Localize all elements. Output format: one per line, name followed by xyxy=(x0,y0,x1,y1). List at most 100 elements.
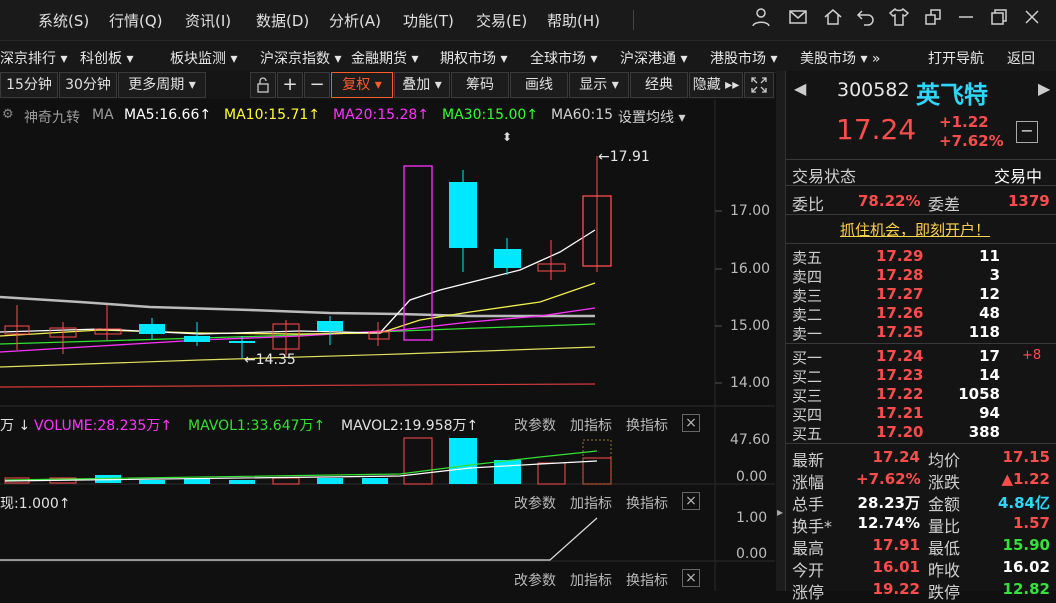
nav-options[interactable]: 期权市场 ▾ xyxy=(440,48,507,68)
fuquan-dropdown[interactable]: 复权 ▾ xyxy=(331,72,393,98)
add-indicator-link[interactable]: 加指标 xyxy=(570,415,612,435)
kline-chart-area[interactable]: ⬍ 17.00 16.00 15.00 14.00 ←17.91 ←14.35 … xyxy=(0,100,775,591)
buy-level-label: 买三 xyxy=(792,387,823,405)
lock-icon[interactable] xyxy=(250,72,276,98)
chips-button[interactable]: 筹码 xyxy=(451,72,509,98)
divider xyxy=(786,243,1056,244)
kline-chart-canvas[interactable] xyxy=(0,100,775,591)
swap-indicator-link[interactable]: 换指标 xyxy=(626,415,668,435)
more-periods-dropdown[interactable]: 更多周期 ▾ xyxy=(118,72,206,98)
buy-volume: 388 xyxy=(968,423,1000,441)
next-stock-icon[interactable]: ▶ xyxy=(1038,79,1050,98)
mavol1-value: MAVOL1:33.647万↑ xyxy=(188,418,326,434)
zoom-out-icon[interactable]: − xyxy=(304,72,330,98)
buy-price: 17.23 xyxy=(876,366,924,384)
return-link[interactable]: 返回 xyxy=(1007,48,1035,68)
high-annotation: ←17.91 xyxy=(598,149,650,165)
nav-global[interactable]: 全球市场 ▾ xyxy=(530,48,597,68)
overlay-dropdown[interactable]: 叠加 ▾ xyxy=(394,72,450,98)
sell-volume: 3 xyxy=(989,266,1000,284)
back-icon[interactable] xyxy=(853,7,879,33)
zoom-in-icon[interactable]: + xyxy=(277,72,303,98)
hide-button[interactable]: 隐藏 ▸▸ xyxy=(689,72,743,98)
add-indicator-link[interactable]: 加指标 xyxy=(570,493,612,513)
close-panel-icon[interactable]: × xyxy=(682,569,700,587)
third-panel-label: 现:1.000↑ xyxy=(0,496,71,512)
change-params-link[interactable]: 改参数 xyxy=(514,493,556,513)
nav-connect[interactable]: 沪深港通 ▾ xyxy=(620,48,687,68)
menu-market[interactable]: 行情(Q) xyxy=(109,10,163,31)
stat-value: +7.62% xyxy=(856,470,921,488)
stat-value: 28.23万 xyxy=(857,494,920,512)
nav-hk[interactable]: 港股市场 ▾ xyxy=(710,48,777,68)
minimize-icon[interactable] xyxy=(953,7,979,33)
stat-label: 跌停 xyxy=(928,583,961,602)
ma10-line xyxy=(0,282,596,337)
weibi-label: 委比 xyxy=(792,195,825,214)
nav-sector-monitor[interactable]: 板块监测 ▾ xyxy=(170,48,237,68)
user-icon[interactable] xyxy=(748,7,774,33)
open-account-promo-link[interactable]: 抓住机会，即刻开户！ xyxy=(840,219,990,240)
sell-volume: 118 xyxy=(968,323,1000,341)
volume-axis-bottom: 0.00 xyxy=(736,469,768,485)
close-panel-icon[interactable]: × xyxy=(682,492,700,510)
stat-label: 昨收 xyxy=(928,561,961,580)
stock-code: 300582 xyxy=(837,79,910,101)
menu-trade[interactable]: 交易(E) xyxy=(476,10,527,31)
stat-value: 17.91 xyxy=(872,536,920,554)
collapse-icon[interactable]: − xyxy=(1016,121,1038,143)
splitter-arrow-icon[interactable]: ▸ xyxy=(777,505,783,519)
price-tick: 16.00 xyxy=(730,261,771,277)
sell-level-label: 卖二 xyxy=(792,306,823,324)
menu-news[interactable]: 资讯(I) xyxy=(185,10,231,31)
period-30m[interactable]: 30分钟 xyxy=(59,72,117,98)
buy-price: 17.22 xyxy=(876,385,924,403)
nav-us[interactable]: 美股市场 ▾ » xyxy=(800,48,881,68)
display-dropdown[interactable]: 显示 ▾ xyxy=(569,72,629,98)
chart-toolbar: 15分钟 30分钟 更多周期 ▾ + − 复权 ▾ 叠加 ▾ 筹码 画线 显示 … xyxy=(0,71,775,99)
swap-indicator-link[interactable]: 换指标 xyxy=(626,570,668,590)
layout-icon[interactable] xyxy=(920,7,946,33)
divider xyxy=(786,214,1056,215)
nav-index[interactable]: 沪深京指数 ▾ xyxy=(260,48,341,68)
classic-button[interactable]: 经典 xyxy=(630,72,688,98)
nav-futures[interactable]: 金融期货 ▾ xyxy=(351,48,418,68)
buy-volume: 17 xyxy=(979,347,1000,365)
menu-data[interactable]: 数据(D) xyxy=(256,10,309,31)
swap-indicator-link[interactable]: 换指标 xyxy=(626,493,668,513)
stat-label: 总手 xyxy=(792,495,825,514)
ma10-label: MA10:15.71↑ xyxy=(224,107,320,123)
settings-gear-icon[interactable]: ⚙ xyxy=(2,107,14,122)
menu-system[interactable]: 系统(S) xyxy=(38,10,89,31)
restore-icon[interactable] xyxy=(986,7,1012,33)
drag-handle-icon[interactable]: ⬍ xyxy=(502,130,512,144)
open-nav-link[interactable]: 打开导航 xyxy=(928,48,984,68)
menu-analysis[interactable]: 分析(A) xyxy=(329,10,381,31)
nav-ranking[interactable]: 深京排行 ▾ xyxy=(0,48,67,68)
stat-label: 今开 xyxy=(792,561,825,580)
buy-price: 17.21 xyxy=(876,404,924,422)
add-indicator-link[interactable]: 加指标 xyxy=(570,570,612,590)
menu-divider xyxy=(633,10,634,30)
close-icon[interactable] xyxy=(1019,7,1045,33)
change-params-link[interactable]: 改参数 xyxy=(514,570,556,590)
menu-function[interactable]: 功能(T) xyxy=(403,10,454,31)
third-axis-top: 1.00 xyxy=(736,510,768,526)
prev-stock-icon[interactable]: ◀ xyxy=(794,79,806,98)
nav-star-market[interactable]: 科创板 ▾ xyxy=(80,48,133,68)
price-tick: 17.00 xyxy=(730,203,771,219)
fullscreen-icon[interactable] xyxy=(744,72,774,98)
price-tick: 15.00 xyxy=(730,318,771,334)
skin-icon[interactable] xyxy=(886,7,912,33)
period-15m[interactable]: 15分钟 xyxy=(0,72,58,98)
mail-icon[interactable] xyxy=(785,7,811,33)
stat-value: 12.74% xyxy=(857,514,920,532)
close-panel-icon[interactable]: × xyxy=(682,414,700,432)
change-params-link[interactable]: 改参数 xyxy=(514,415,556,435)
volume-bars xyxy=(4,437,612,485)
indicator-name[interactable]: 神奇九转 xyxy=(24,107,80,127)
home-icon[interactable] xyxy=(820,7,846,33)
ma-settings-link[interactable]: 设置均线 ▾ xyxy=(618,107,685,127)
draw-line-button[interactable]: 画线 xyxy=(510,72,568,98)
menu-help[interactable]: 帮助(H) xyxy=(547,10,600,31)
